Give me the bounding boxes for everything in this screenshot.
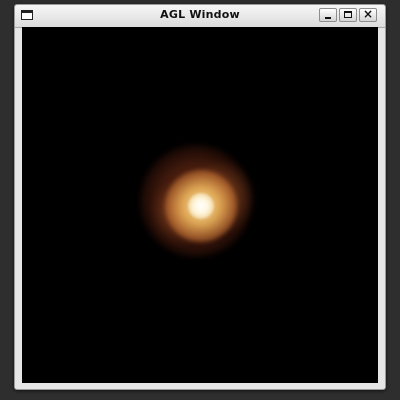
close-icon: ×	[362, 7, 374, 21]
gl-canvas[interactable]	[22, 27, 378, 383]
desktop: AGL Window ×	[0, 0, 400, 400]
minimize-button[interactable]	[319, 8, 337, 22]
minimize-icon	[325, 17, 331, 19]
title-bar[interactable]: AGL Window ×	[15, 5, 385, 28]
maximize-icon	[344, 11, 352, 18]
agl-window: AGL Window ×	[14, 4, 386, 390]
glow-core	[188, 193, 214, 219]
close-button[interactable]: ×	[359, 7, 377, 22]
maximize-button[interactable]	[339, 8, 357, 22]
